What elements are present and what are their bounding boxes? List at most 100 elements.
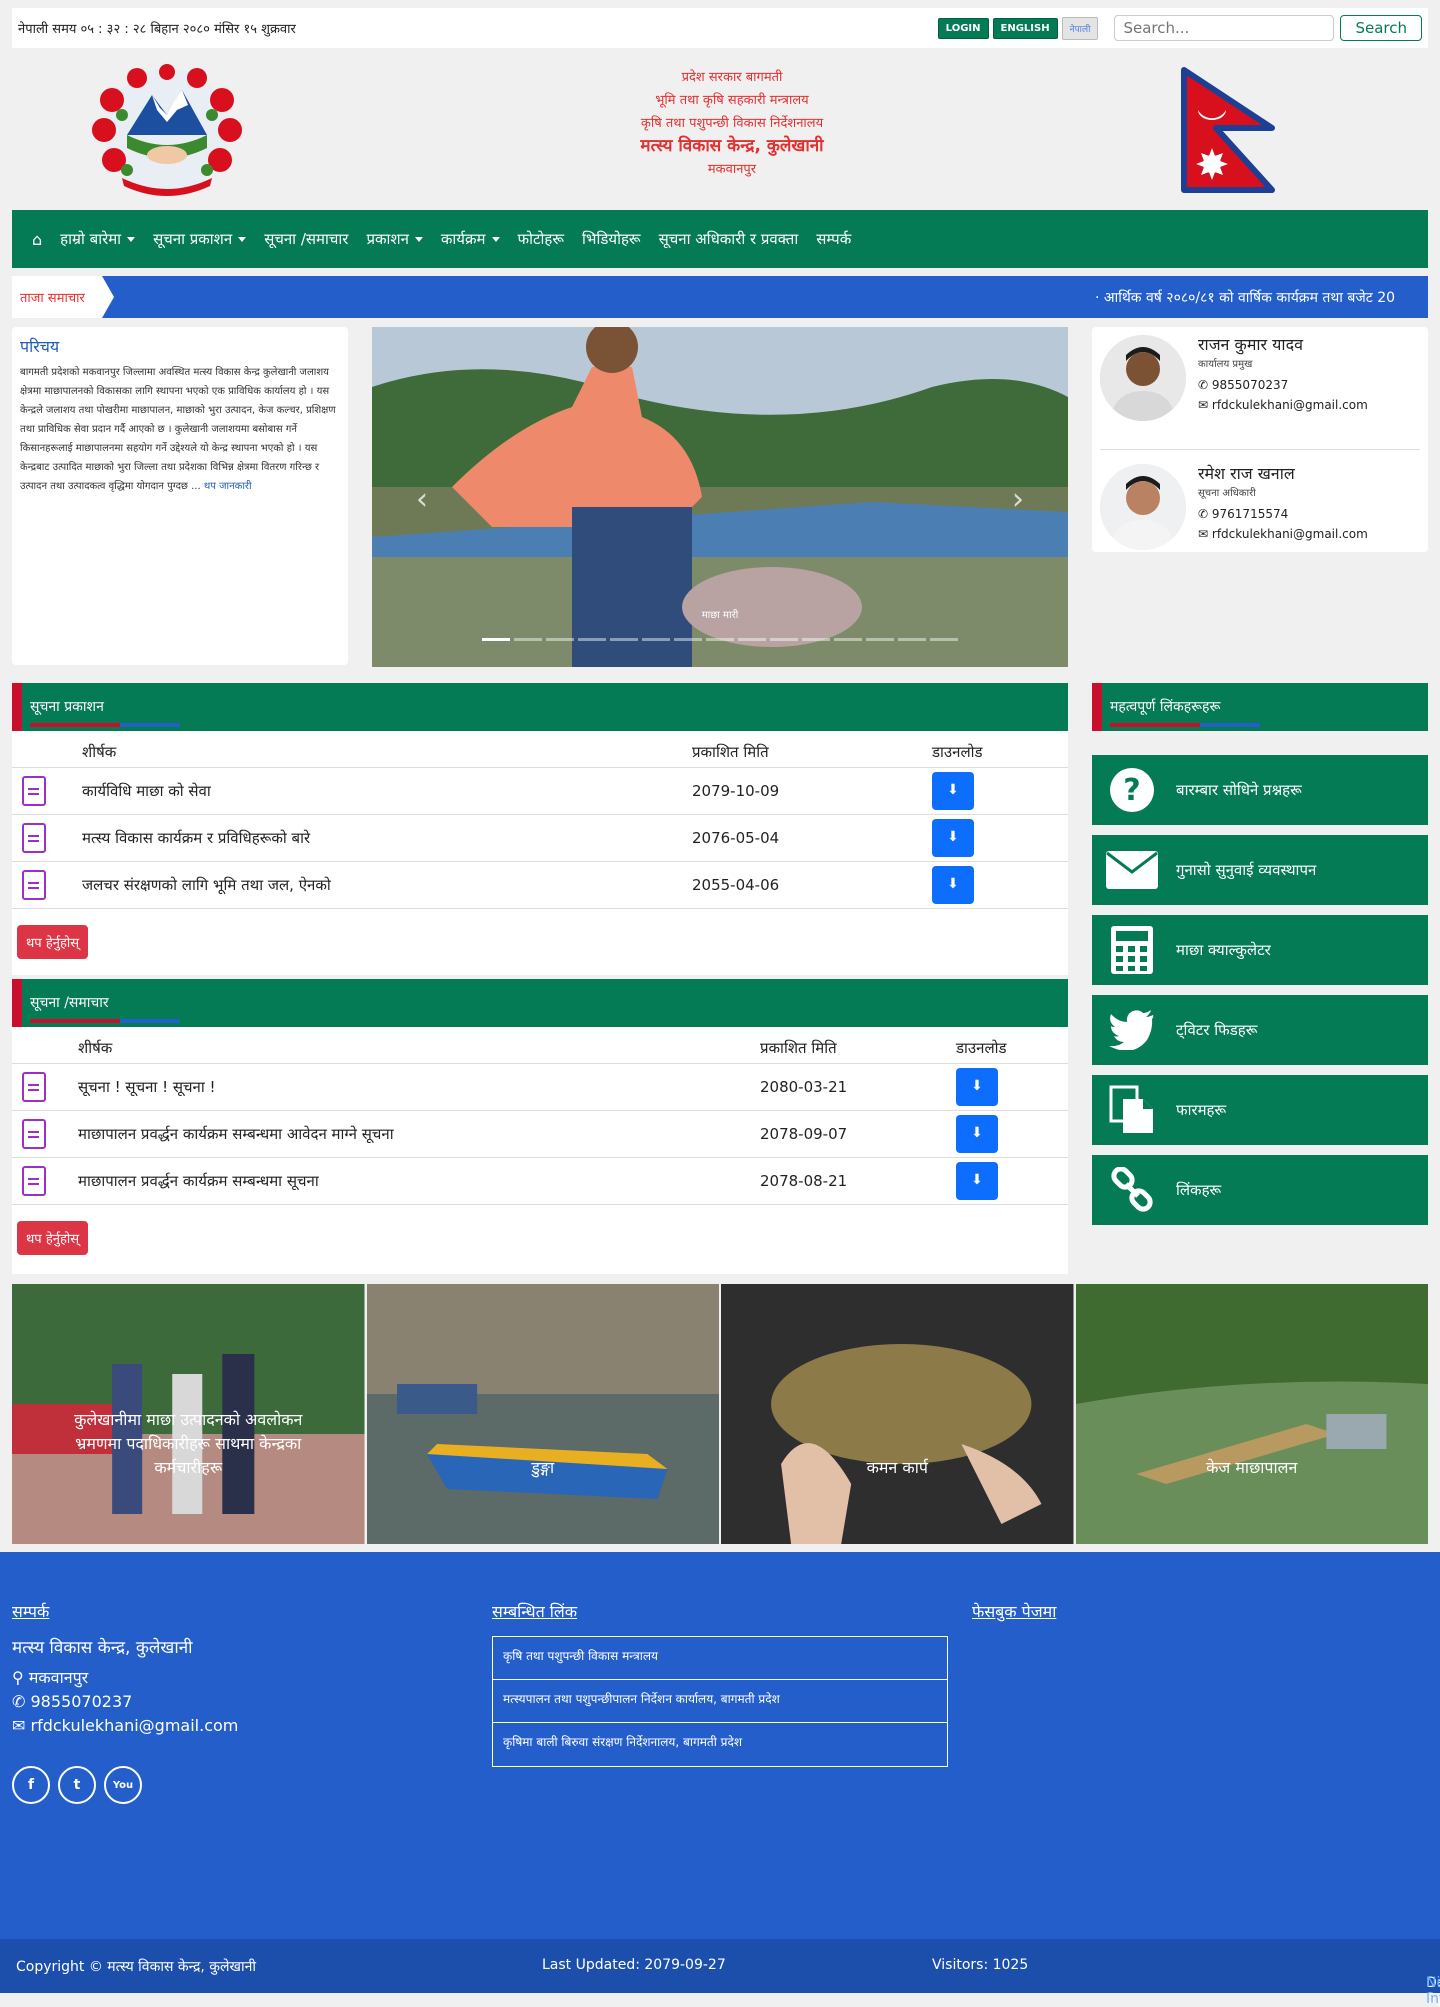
notice-title[interactable]: जलचर संरक्षणको लागि भूमि तथा जल, ऐनको [82, 861, 692, 909]
download-button[interactable]: ⬇ [932, 772, 974, 810]
slider-indicators[interactable] [372, 638, 1068, 641]
download-button[interactable]: ⬇ [956, 1115, 998, 1153]
download-button[interactable]: ⬇ [932, 866, 974, 904]
header-line-3: कृषि तथा पशुपन्छी विकास निर्देशनालय [640, 116, 824, 131]
related-link[interactable]: मत्स्यपालन तथा पशुपन्छीपालन निर्देशन कार… [493, 1680, 947, 1723]
slide-indicator[interactable] [738, 638, 766, 641]
slide-indicator[interactable] [930, 638, 958, 641]
column-title: शीर्षक [78, 1027, 760, 1064]
slide-indicator[interactable] [898, 638, 926, 641]
fish-calculator-link[interactable]: माछा क्याल्कुलेटर [1092, 915, 1428, 985]
youtube-icon[interactable]: You [104, 1766, 142, 1804]
nav-item-photos[interactable]: फोटोहरू [518, 229, 565, 249]
nav-item-programs[interactable]: कार्यक्रम [441, 229, 500, 249]
column-date: प्रकाशित मिति [760, 1027, 956, 1064]
nav-item-contact[interactable]: सम्पर्क [816, 229, 851, 249]
slide-indicator[interactable] [642, 638, 670, 641]
header-line-1: प्रदेश सरकार बागमती [681, 70, 783, 85]
copyright-text: Copyright © मत्स्य विकास केन्द्र, कुलेखा… [16, 1959, 257, 1975]
notice-title[interactable]: मत्स्य विकास कार्यक्रम र प्रविधिहरूको बा… [82, 814, 692, 862]
gallery-item[interactable]: कमन कार्प [721, 1284, 1074, 1544]
links-link[interactable]: लिंकहरू [1092, 1155, 1428, 1225]
footer-phone: ✆ 9855070237 [12, 1690, 452, 1714]
slider-prev-button[interactable]: ‹ [416, 482, 428, 517]
search-input[interactable] [1114, 15, 1335, 41]
gallery-item[interactable]: डुङ्गा [366, 1284, 719, 1544]
staff-contacts: राजन कुमार यादव कार्यालय प्रमुख ✆ 985507… [1092, 327, 1428, 552]
news-title[interactable]: माछापालन प्रवर्द्धन कार्यक्रम सम्बन्धमा … [78, 1157, 760, 1205]
nav-item-news[interactable]: सूचना /समाचार [264, 229, 348, 249]
table-row: माछापालन प्रवर्द्धन कार्यक्रम सम्बन्धमा … [12, 1157, 1068, 1205]
footer-email[interactable]: ✉ rfdckulekhani@gmail.com [12, 1714, 452, 1738]
gallery-photo [721, 1284, 1074, 1544]
developer-link[interactable]: Ninja Infosys [1426, 1975, 1440, 2007]
slide-indicator[interactable] [802, 638, 830, 641]
footer-facebook: फेसबुक पेजमा [972, 1600, 1412, 1636]
nepali-date-time: नेपाली समय ०५ : ३२ : २८ बिहान २०८० मंसिर… [18, 22, 296, 37]
news-title[interactable]: सूचना ! सूचना ! सूचना ! [78, 1063, 760, 1111]
download-button[interactable]: ⬇ [956, 1162, 998, 1200]
table-row: जलचर संरक्षणको लागि भूमि तथा जल, ऐनको 20… [12, 861, 1068, 909]
slide-indicator[interactable] [514, 638, 542, 641]
slide-indicator[interactable] [866, 638, 894, 641]
login-button[interactable]: LOGIN [937, 17, 989, 39]
search-button[interactable]: Search [1340, 15, 1422, 41]
read-more-link[interactable]: थप जानकारी [204, 481, 252, 492]
twitter-feeds-link[interactable]: ट्विटर फिडहरू [1092, 995, 1428, 1065]
faq-link[interactable]: ? बारम्बार सोधिने प्रश्नहरू [1092, 755, 1428, 825]
table-row: मत्स्य विकास कार्यक्रम र प्रविधिहरूको बा… [12, 814, 1068, 862]
table-row: कार्यविधि माछा को सेवा 2079-10-09 ⬇ [12, 767, 1068, 815]
introduction-card: परिचय बागमती प्रदेशको मकवानपुर जिल्लामा … [12, 327, 348, 665]
footer-contact: सम्पर्क मत्स्य विकास केन्द्र, कुलेखानी ⚲… [12, 1600, 452, 1804]
notices-table: शीर्षक प्रकाशित मिति डाउनलोड कार्यविधि म… [12, 731, 1068, 909]
photo-slider[interactable]: ‹ › माछा मारी [372, 327, 1068, 667]
phone-icon: ✆ [1198, 378, 1209, 392]
slide-indicator[interactable] [706, 638, 734, 641]
twitter-icon[interactable]: t [58, 1766, 96, 1804]
email-address: rfdckulekhani@gmail.com [30, 1716, 239, 1735]
home-icon[interactable]: ⌂ [32, 230, 42, 249]
notices-panel: सूचना प्रकाशन शीर्षक प्रकाशित मिति डाउनल… [12, 683, 1068, 975]
facebook-icon[interactable]: f [12, 1766, 50, 1804]
ticker-message[interactable]: · आर्थिक वर्ष २०८०/८१ को वार्षिक कार्यक्… [1095, 288, 1395, 307]
grievance-link[interactable]: गुनासो सुनुवाई व्यवस्थापन [1092, 835, 1428, 905]
slide-indicator[interactable] [482, 638, 510, 641]
slide-indicator[interactable] [770, 638, 798, 641]
nav-item-videos[interactable]: भिडियोहरू [582, 229, 641, 249]
staff-phone: ✆ 9761715574 [1198, 504, 1368, 524]
nav-item-publications[interactable]: सूचना प्रकाशन [153, 229, 246, 249]
download-button[interactable]: ⬇ [956, 1068, 998, 1106]
slide-indicator[interactable] [578, 638, 606, 641]
slide-indicator[interactable] [546, 638, 574, 641]
email-address: rfdckulekhani@gmail.com [1211, 527, 1368, 541]
nav-item-info-officer[interactable]: सूचना अधिकारी र प्रवक्ता [659, 229, 799, 249]
gallery-caption: डुङ्गा [531, 1458, 555, 1477]
slide-indicator[interactable] [674, 638, 702, 641]
notice-title[interactable]: कार्यविधि माछा को सेवा [82, 767, 692, 815]
slide-indicator[interactable] [610, 638, 638, 641]
download-button[interactable]: ⬇ [932, 819, 974, 857]
link-label: बारम्बार सोधिने प्रश्नहरू [1176, 781, 1302, 799]
staff-email[interactable]: ✉ rfdckulekhani@gmail.com [1198, 524, 1368, 544]
nav-item-publication[interactable]: प्रकाशन [366, 229, 422, 249]
news-title[interactable]: माछापालन प्रवर्द्धन कार्यक्रम सम्बन्धमा … [78, 1110, 760, 1158]
main-navigation: ⌂ हाम्रो बारेमा सूचना प्रकाशन सूचना /समा… [12, 210, 1428, 268]
nepal-emblem-logo[interactable] [82, 60, 252, 200]
forms-link[interactable]: फारमहरू [1092, 1075, 1428, 1145]
staff-email[interactable]: ✉ rfdckulekhani@gmail.com [1198, 395, 1368, 415]
footer-contact-heading: सम्पर्क [12, 1602, 50, 1621]
news-date: 2078-08-21 [760, 1157, 956, 1205]
english-language-button[interactable]: ENGLISH [992, 17, 1058, 39]
gallery-item[interactable]: कुलेखानीमा माछा उत्पादनको अवलोकन भ्रमणमा… [12, 1284, 365, 1544]
related-link[interactable]: कृषिमा बाली बिरुवा संरक्षण निर्देशनालय, … [493, 1723, 947, 1766]
view-more-news-button[interactable]: थप हेर्नुहोस् [17, 1221, 88, 1255]
gallery-item[interactable]: केज माछापालन [1075, 1284, 1428, 1544]
slider-next-button[interactable]: › [1012, 482, 1024, 517]
link-label: फारमहरू [1176, 1101, 1227, 1119]
slide-indicator[interactable] [834, 638, 862, 641]
view-more-notices-button[interactable]: थप हेर्नुहोस् [17, 925, 88, 959]
nepali-language-button[interactable]: नेपाली [1061, 16, 1099, 40]
related-link[interactable]: कृषि तथा पशुपन्छी विकास मन्त्रालय [493, 1637, 947, 1680]
nav-item-about[interactable]: हाम्रो बारेमा [60, 229, 135, 249]
column-download: डाउनलोड [956, 1027, 1068, 1064]
